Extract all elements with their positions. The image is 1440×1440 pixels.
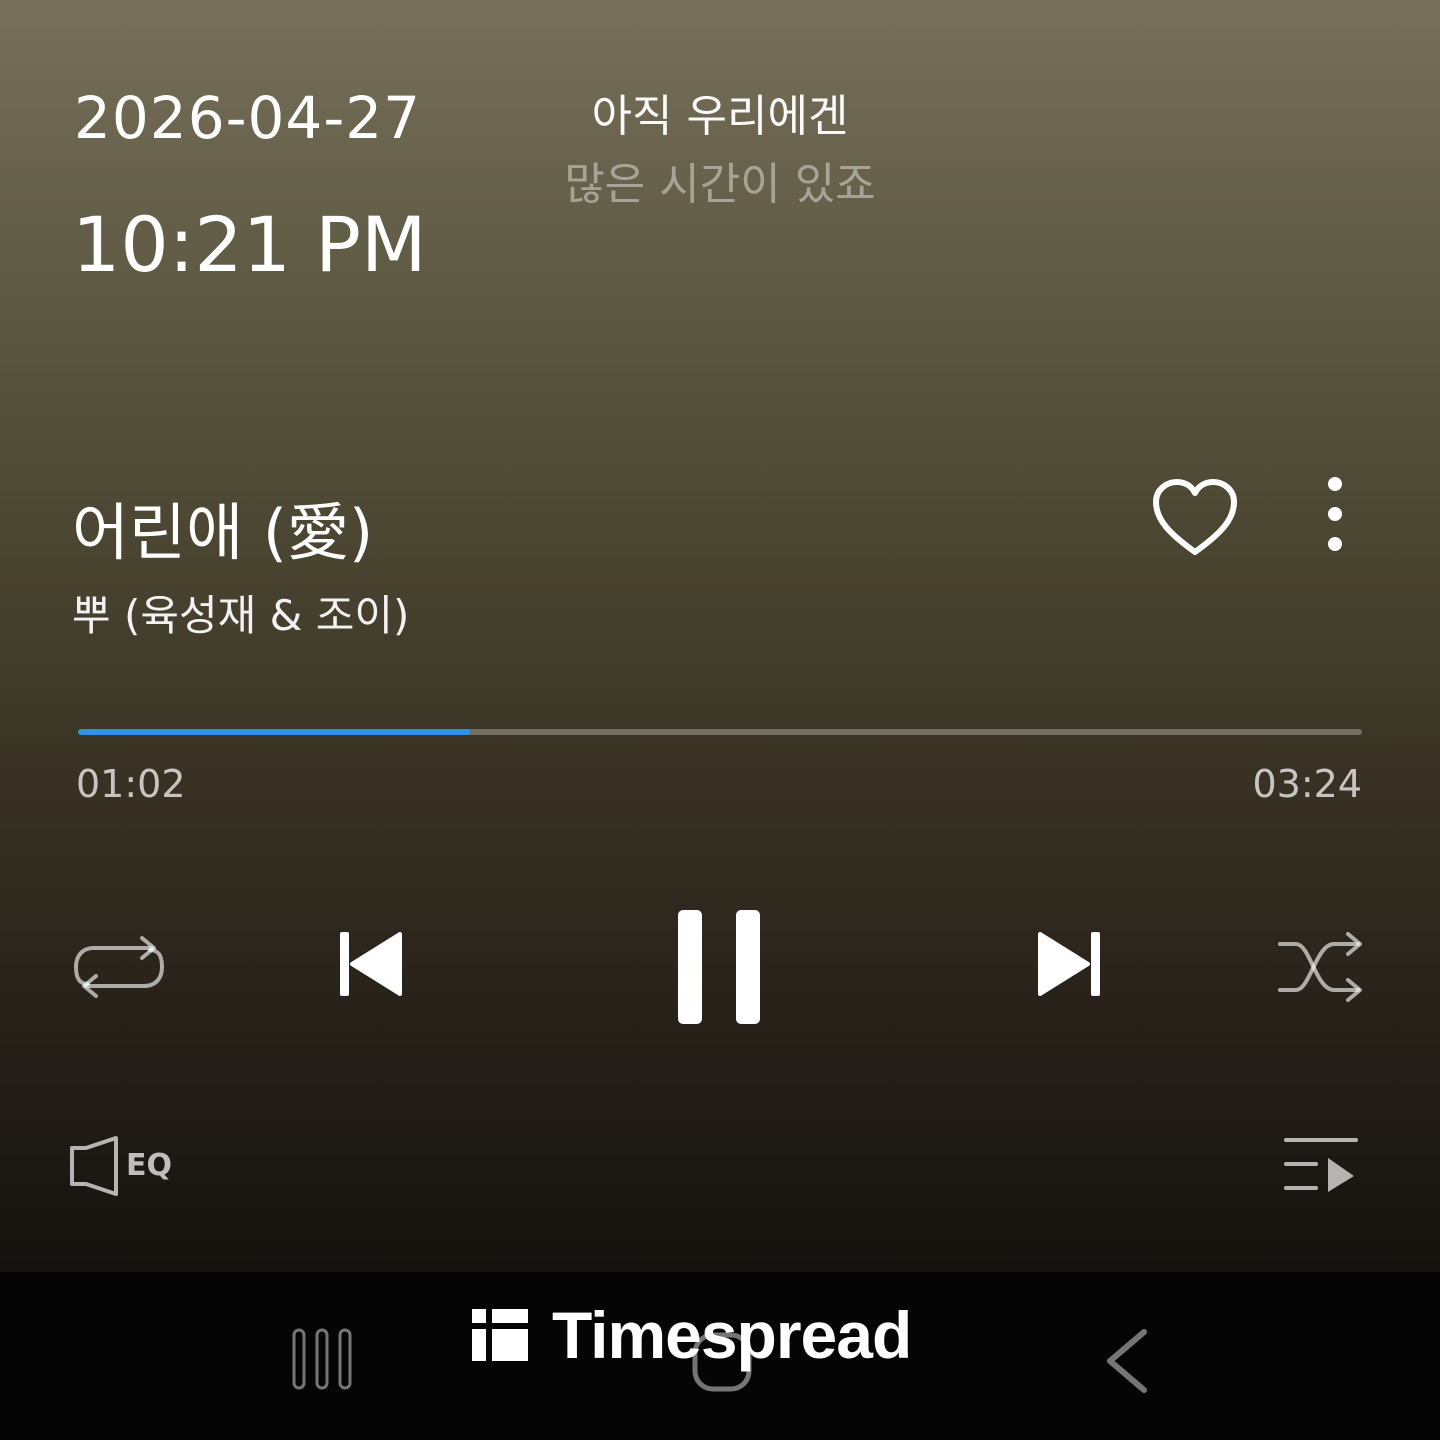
repeat-button[interactable] <box>70 934 168 1000</box>
equalizer-button[interactable]: EQ <box>66 1134 182 1198</box>
elapsed-time: 01:02 <box>76 762 186 806</box>
next-icon <box>1038 932 1100 996</box>
more-vert-icon <box>1328 477 1342 551</box>
previous-icon <box>340 932 402 996</box>
lyric-next-line: 많은 시간이 있죠 <box>564 159 876 210</box>
favorite-button[interactable] <box>1150 476 1240 558</box>
pause-icon <box>678 910 760 1024</box>
pause-button[interactable] <box>672 906 768 1028</box>
next-track-button[interactable] <box>1034 928 1104 1000</box>
lockscreen-time: 10:21 PM <box>72 200 427 289</box>
track-title: 어린애 (愛) <box>72 496 374 569</box>
watermark-text: Timespread <box>552 1298 912 1372</box>
total-duration: 03:24 <box>1252 762 1362 806</box>
back-icon <box>1107 1329 1147 1393</box>
queue-icon <box>1284 1138 1358 1192</box>
watermark-logo-icon <box>472 1309 528 1361</box>
eq-label: EQ <box>126 1148 172 1183</box>
eq-speaker-icon <box>70 1136 118 1196</box>
track-artist[interactable]: 뿌 (육성재 & 조이) <box>72 582 409 643</box>
shuffle-button[interactable] <box>1276 932 1366 1002</box>
watermark: Timespread <box>470 1298 912 1372</box>
seek-bar[interactable] <box>78 729 1362 735</box>
recent-apps-button[interactable] <box>290 1326 354 1392</box>
lyric-current-line: 아직 우리에겐 <box>591 91 849 142</box>
recent-apps-icon <box>292 1328 352 1390</box>
heart-icon <box>1153 479 1237 555</box>
previous-track-button[interactable] <box>336 928 406 1000</box>
more-options-button[interactable] <box>1312 474 1358 554</box>
playlist-queue-button[interactable] <box>1282 1134 1362 1196</box>
seek-bar-progress <box>78 729 470 735</box>
back-button[interactable] <box>1100 1326 1152 1396</box>
repeat-icon <box>73 936 165 998</box>
shuffle-icon <box>1278 932 1362 1002</box>
